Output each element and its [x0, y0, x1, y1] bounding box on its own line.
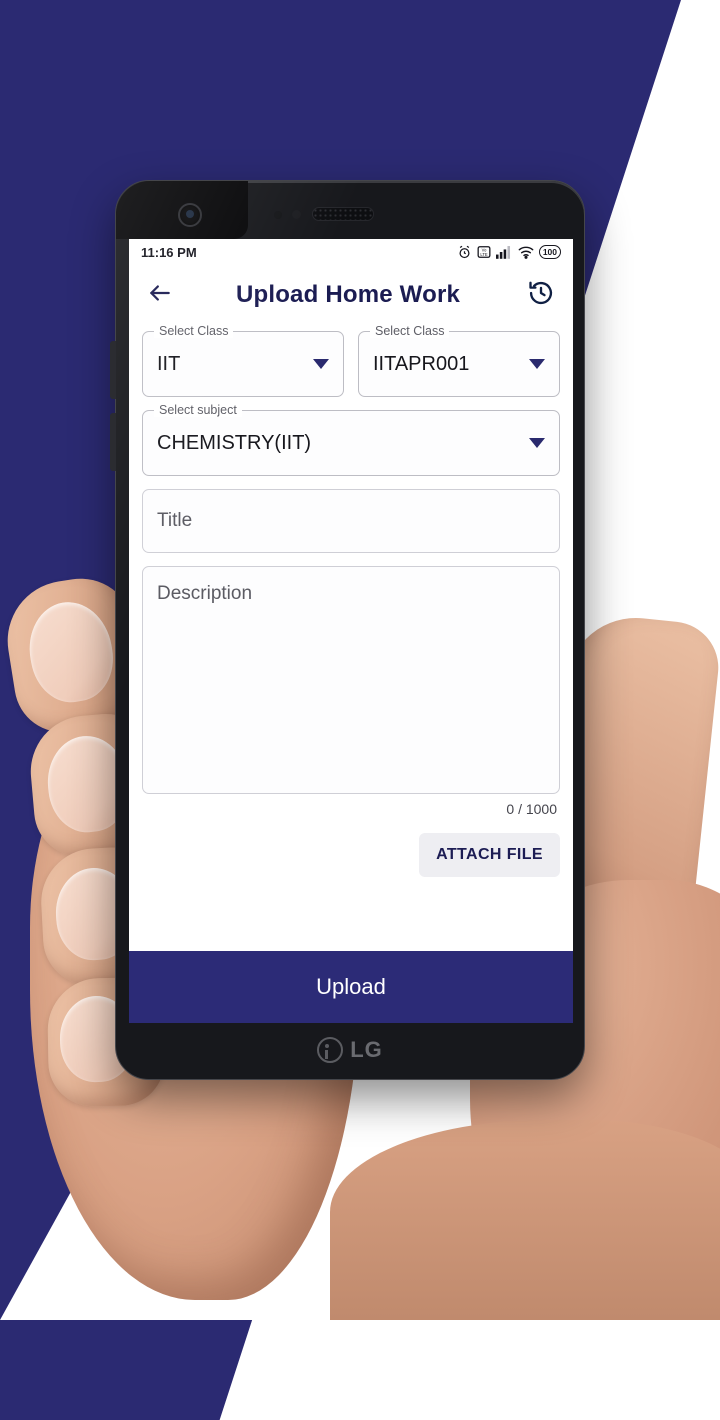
upload-button-label: Upload — [316, 974, 386, 999]
upload-homework-form: Select Class IIT Select Class IITAPR001 … — [129, 324, 573, 877]
svg-text:LTE: LTE — [480, 252, 487, 257]
select-subject-dropdown[interactable]: Select subject CHEMISTRY(IIT) — [142, 403, 560, 476]
select-class-dropdown[interactable]: Select Class IIT — [142, 324, 344, 397]
select-batch-value: IITAPR001 — [373, 352, 470, 375]
alarm-icon — [457, 245, 472, 260]
phone-screen: 11:16 PM Vo LTE 100 Upload Home Work Sel… — [129, 239, 573, 1023]
attach-row: ATTACH FILE — [142, 833, 560, 877]
history-icon — [527, 279, 555, 312]
phone-top-bezel — [116, 181, 584, 239]
status-bar: 11:16 PM Vo LTE 100 — [129, 239, 573, 265]
lg-logo-icon — [317, 1037, 344, 1063]
attach-file-button[interactable]: ATTACH FILE — [419, 833, 560, 877]
history-button[interactable] — [523, 277, 559, 313]
description-character-counter: 0 / 1000 — [506, 801, 557, 817]
light-sensor-icon — [292, 210, 301, 219]
volume-down-button[interactable] — [110, 413, 116, 471]
wrist — [330, 1120, 720, 1320]
chevron-down-icon — [529, 359, 545, 369]
wifi-icon — [518, 245, 534, 259]
class-row: Select Class IIT Select Class IITAPR001 — [142, 324, 560, 410]
phone-bottom-bezel: LG — [116, 1021, 584, 1079]
lg-brand-text: LG — [350, 1037, 383, 1062]
earpiece-speaker — [312, 207, 374, 221]
title-placeholder: Title — [157, 510, 193, 531]
select-batch-label: Select Class — [370, 324, 450, 338]
select-subject-label: Select subject — [154, 403, 242, 417]
select-batch-dropdown[interactable]: Select Class IITAPR001 — [358, 324, 560, 397]
upload-button[interactable]: Upload — [129, 951, 573, 1023]
proximity-sensor-icon — [274, 211, 282, 219]
select-class-value: IIT — [157, 352, 181, 375]
phone-device: 11:16 PM Vo LTE 100 Upload Home Work Sel… — [110, 180, 585, 1080]
description-placeholder: Description — [157, 583, 253, 604]
page-title: Upload Home Work — [235, 281, 461, 308]
description-input[interactable]: Description — [142, 566, 560, 794]
battery-icon: 100 — [538, 245, 561, 259]
volte-icon: Vo LTE — [477, 245, 491, 259]
front-camera-icon — [178, 203, 202, 227]
title-input[interactable]: Title — [142, 489, 560, 553]
status-bar-time: 11:16 PM — [141, 244, 197, 260]
select-subject-value: CHEMISTRY(IIT) — [157, 431, 312, 454]
back-button[interactable] — [143, 278, 177, 312]
volume-up-button[interactable] — [110, 341, 116, 399]
chevron-down-icon — [313, 359, 329, 369]
chevron-down-icon — [529, 438, 545, 448]
select-class-label: Select Class — [154, 324, 234, 338]
app-bar: Upload Home Work — [129, 265, 573, 325]
status-bar-icons: Vo LTE 100 — [457, 245, 561, 260]
arrow-left-icon — [147, 280, 173, 311]
signal-icon — [495, 245, 513, 259]
